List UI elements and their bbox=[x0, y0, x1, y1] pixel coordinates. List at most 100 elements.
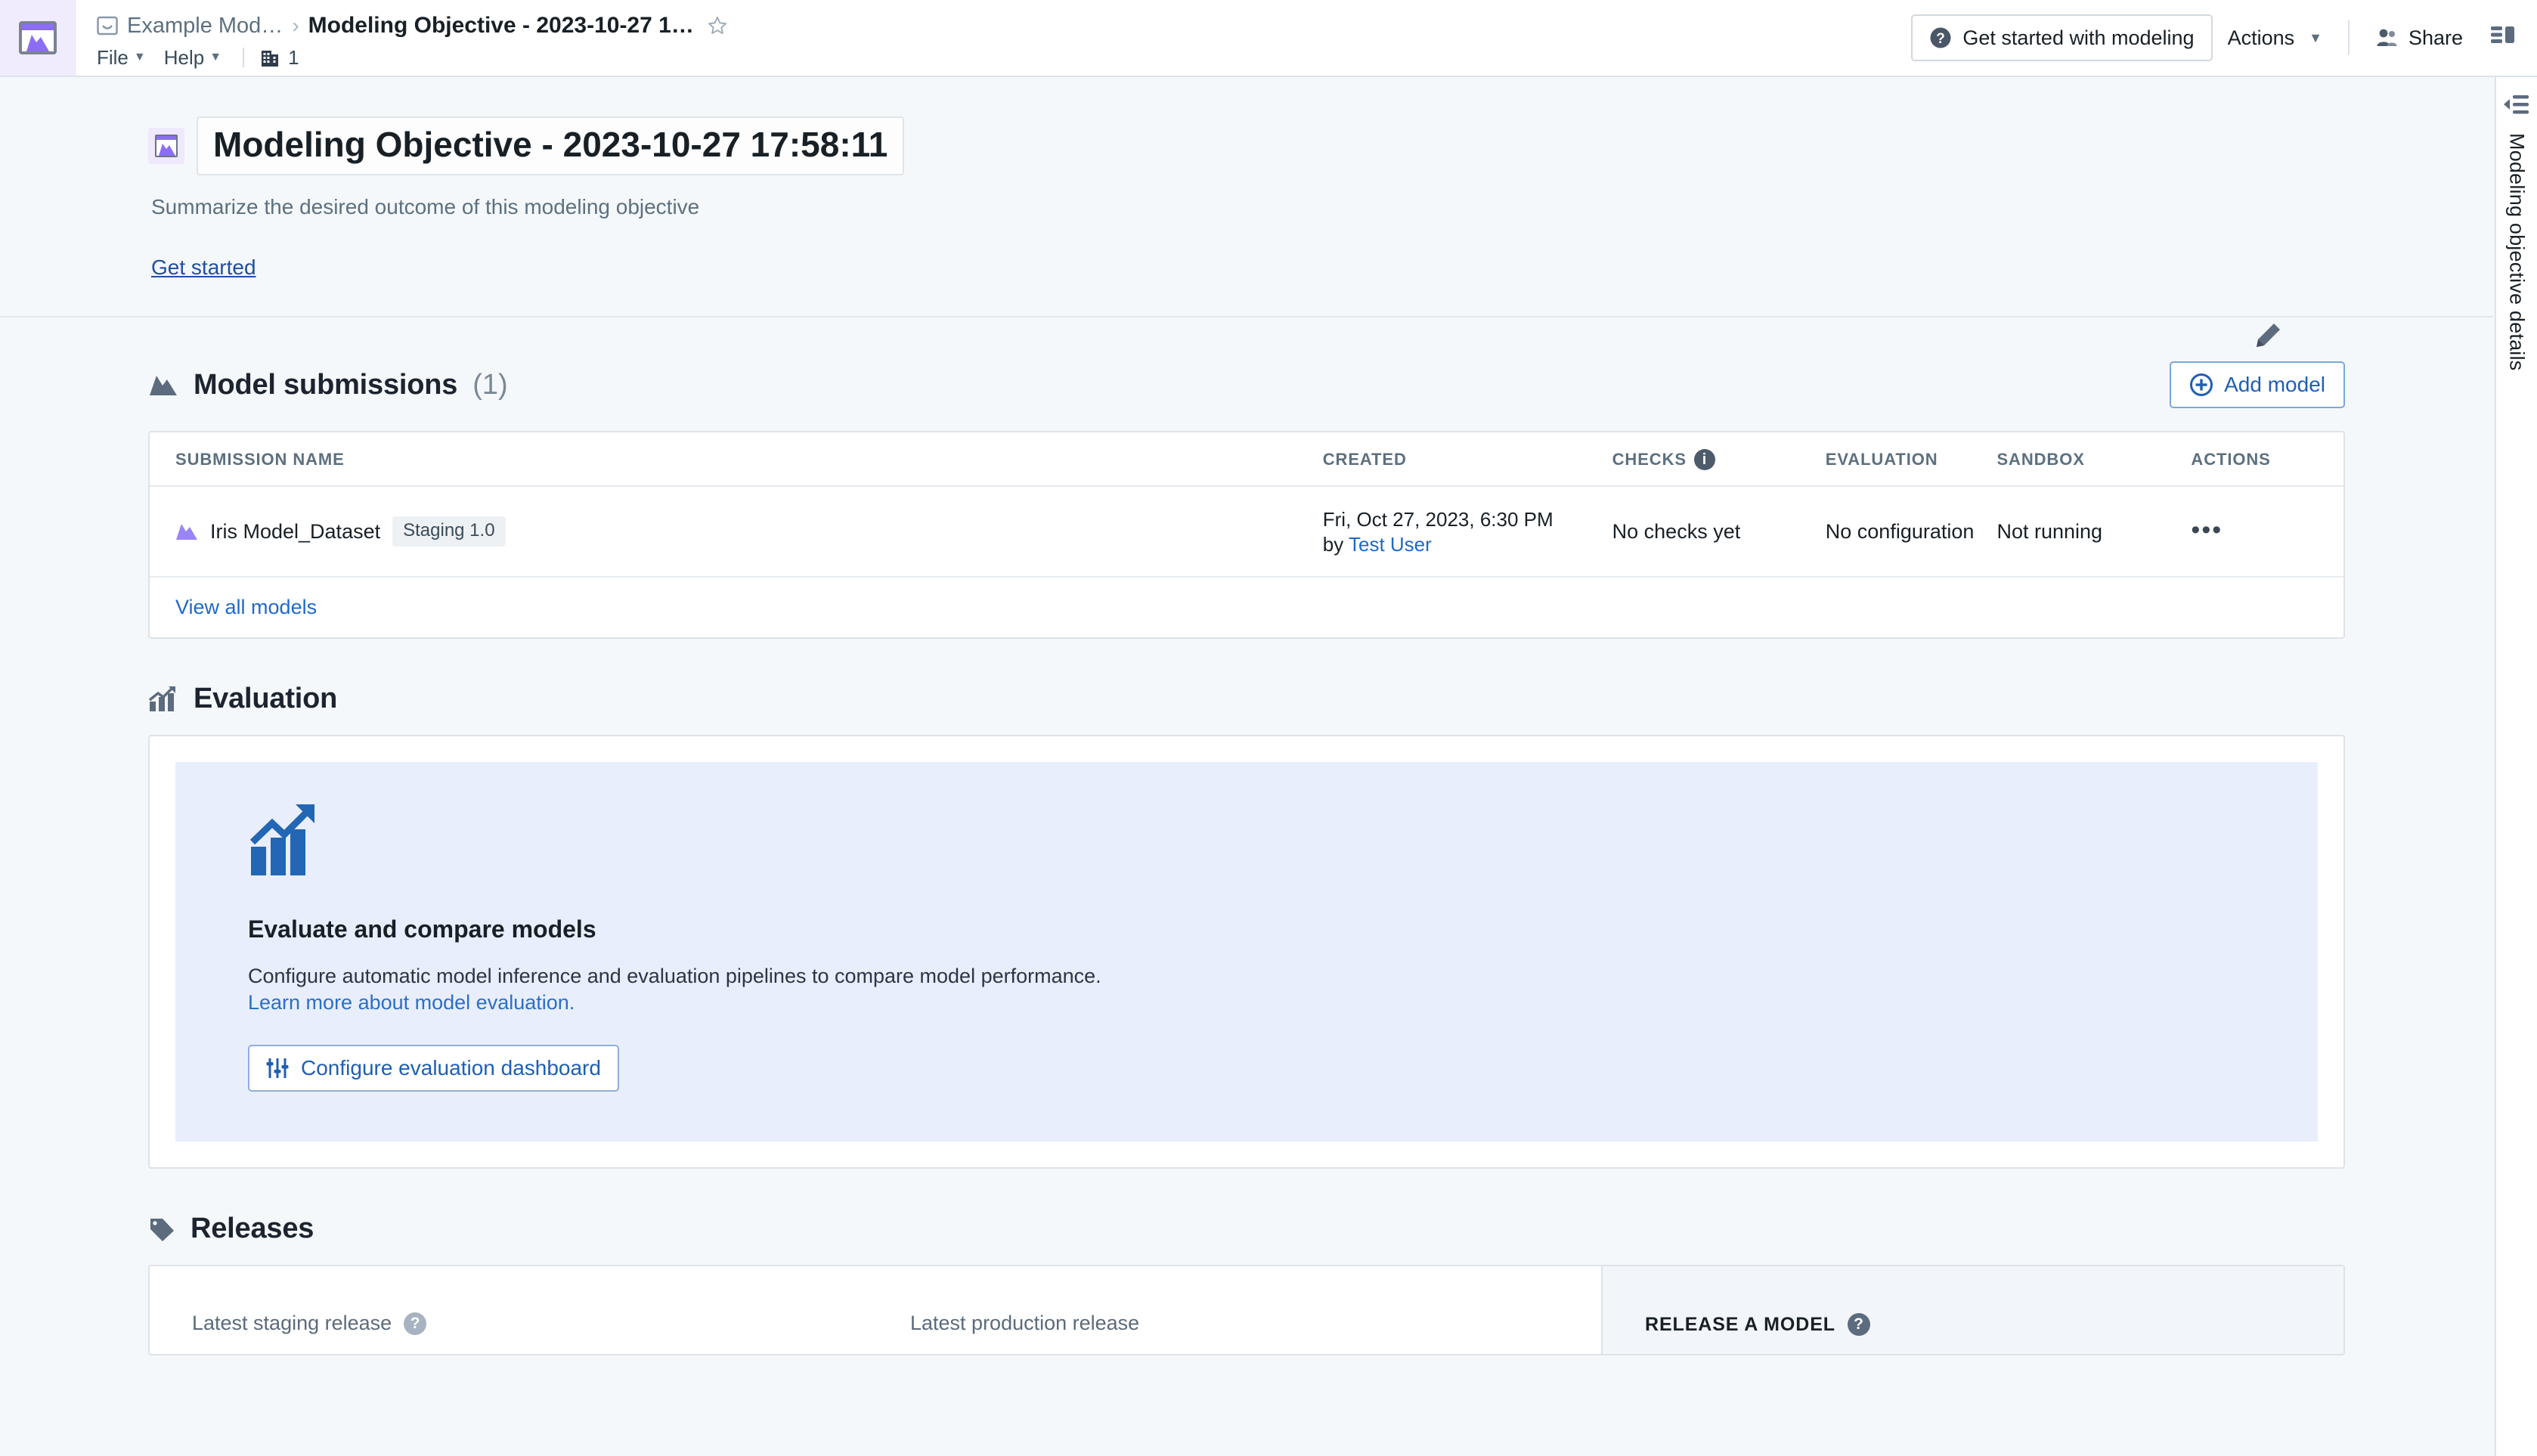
breadcrumb-separator: › bbox=[292, 14, 299, 37]
breadcrumb: Example Mod… › Modeling Objective - 2023… bbox=[76, 0, 1911, 76]
evaluation-section: Evaluation Evaluate and compare models C… bbox=[0, 639, 2493, 1169]
cell-checks: No checks yet bbox=[1612, 486, 1826, 578]
share-button[interactable]: Share bbox=[2360, 14, 2478, 61]
org-indicator[interactable]: 1 bbox=[259, 46, 299, 70]
workspace-app-icon bbox=[18, 21, 57, 54]
help-circle-icon: ? bbox=[1930, 27, 1951, 48]
production-release-column: Latest production release bbox=[883, 1266, 1601, 1354]
actions-menu-button[interactable]: Actions ▼ bbox=[2213, 14, 2337, 61]
configure-evaluation-dashboard-label: Configure evaluation dashboard bbox=[301, 1056, 601, 1080]
table-row[interactable]: Iris Model_Dataset Staging 1.0 Fri, Oct … bbox=[150, 486, 2343, 578]
plus-circle-icon bbox=[2190, 373, 2213, 396]
growth-chart-icon bbox=[249, 804, 314, 876]
chevron-down-icon: ▼ bbox=[2309, 30, 2322, 45]
get-started-with-modeling-label: Get started with modeling bbox=[1962, 26, 2195, 49]
collapse-panel-icon bbox=[2504, 95, 2529, 114]
tag-icon bbox=[150, 1218, 174, 1241]
document-icon bbox=[97, 16, 118, 36]
submissions-card: SUBMISSION NAME CREATED CHECKS i EVALUAT… bbox=[148, 431, 2345, 640]
add-model-button[interactable]: Add model bbox=[2170, 361, 2345, 408]
actions-menu-label: Actions bbox=[2227, 26, 2295, 49]
model-submissions-section: Model submissions (1) Add model SUBMISSI… bbox=[0, 318, 2493, 640]
objective-subtitle: Summarize the desired outcome of this mo… bbox=[151, 195, 700, 218]
menu-divider bbox=[243, 48, 245, 67]
panel-toggle-icon bbox=[2491, 26, 2514, 43]
evaluation-card: Evaluate and compare models Configure au… bbox=[148, 735, 2345, 1169]
releases-section: Releases Latest staging release ? Latest… bbox=[0, 1169, 2493, 1356]
column-created: CREATED bbox=[1322, 432, 1612, 487]
created-by-user-link[interactable]: Test User bbox=[1349, 533, 1432, 556]
created-date: Fri, Oct 27, 2023, 6:30 PM bbox=[1322, 508, 1553, 531]
configure-evaluation-dashboard-button[interactable]: Configure evaluation dashboard bbox=[248, 1045, 619, 1092]
rail-label: Modeling objective details bbox=[2505, 133, 2529, 371]
org-count: 1 bbox=[288, 45, 299, 69]
chevron-down-icon: ▼ bbox=[133, 51, 146, 64]
people-icon bbox=[2377, 29, 2397, 46]
menu-file-label: File bbox=[97, 45, 129, 69]
help-icon[interactable]: ? bbox=[404, 1312, 427, 1335]
cell-created: Fri, Oct 27, 2023, 6:30 PM by Test User bbox=[1322, 486, 1612, 578]
sliders-icon bbox=[266, 1058, 289, 1079]
top-bar-actions: ? Get started with modeling Actions ▼ Sh… bbox=[1911, 0, 2537, 76]
submissions-mountain-icon bbox=[150, 376, 177, 395]
favorite-star-icon[interactable] bbox=[708, 16, 727, 36]
column-checks-label: CHECKS bbox=[1612, 450, 1687, 469]
column-checks: CHECKS i bbox=[1612, 432, 1826, 487]
toolbar-divider bbox=[2347, 20, 2350, 55]
modeling-objective-details-rail[interactable]: Modeling objective details bbox=[2495, 77, 2537, 1456]
help-icon[interactable]: ? bbox=[1847, 1313, 1870, 1337]
created-by-prefix: by bbox=[1322, 533, 1344, 556]
add-model-label: Add model bbox=[2224, 373, 2325, 396]
latest-production-release-label: Latest production release bbox=[910, 1312, 1140, 1335]
get-started-with-modeling-button[interactable]: ? Get started with modeling bbox=[1911, 14, 2213, 61]
cell-evaluation: No configuration bbox=[1825, 486, 1997, 578]
share-label: Share bbox=[2408, 26, 2463, 49]
submissions-table: SUBMISSION NAME CREATED CHECKS i EVALUAT… bbox=[150, 432, 2343, 578]
evaluation-chart-icon bbox=[148, 686, 175, 711]
objective-title-input[interactable]: Modeling Objective - 2023-10-27 17:58:11 bbox=[197, 116, 905, 175]
status-badge: Staging 1.0 bbox=[392, 516, 506, 547]
objective-header: Modeling Objective - 2023-10-27 17:58:11… bbox=[0, 77, 2493, 347]
model-submissions-heading: Model submissions bbox=[194, 368, 458, 401]
column-sandbox: SANDBOX bbox=[1996, 432, 2192, 487]
staging-release-column: Latest staging release ? bbox=[150, 1266, 883, 1354]
evaluation-callout: Evaluate and compare models Configure au… bbox=[175, 762, 2318, 1142]
main-content: Modeling Objective - 2023-10-27 17:58:11… bbox=[0, 77, 2493, 1456]
objective-icon bbox=[148, 128, 184, 164]
table-header-row: SUBMISSION NAME CREATED CHECKS i EVALUAT… bbox=[150, 432, 2343, 487]
evaluation-card-title: Evaluate and compare models bbox=[248, 915, 596, 943]
svg-text:?: ? bbox=[1937, 31, 1946, 47]
building-icon bbox=[262, 51, 279, 67]
view-all-models-link[interactable]: View all models bbox=[175, 596, 317, 618]
releases-left-panel: Latest staging release ? Latest producti… bbox=[150, 1266, 1601, 1355]
column-submission-name: SUBMISSION NAME bbox=[150, 432, 1323, 487]
column-actions: ACTIONS bbox=[2191, 432, 2343, 487]
app-logo[interactable] bbox=[0, 0, 76, 76]
submission-name-link[interactable]: Iris Model_Dataset bbox=[210, 520, 380, 544]
info-icon[interactable]: i bbox=[1693, 449, 1715, 470]
mountain-glyph bbox=[26, 35, 49, 51]
learn-more-link[interactable]: Learn more about model evaluation. bbox=[248, 991, 575, 1014]
menu-help[interactable]: Help ▼ bbox=[164, 46, 221, 70]
breadcrumb-parent-link[interactable]: Example Mod… bbox=[127, 14, 283, 39]
cell-submission-name: Iris Model_Dataset Staging 1.0 bbox=[150, 486, 1323, 578]
model-mountain-icon bbox=[176, 524, 197, 541]
menu-file[interactable]: File ▼ bbox=[97, 46, 146, 70]
chevron-down-icon: ▼ bbox=[209, 51, 222, 64]
get-started-link[interactable]: Get started bbox=[151, 256, 256, 280]
column-evaluation: EVALUATION bbox=[1825, 432, 1997, 487]
cell-actions: ••• bbox=[2191, 486, 2343, 578]
cell-sandbox: Not running bbox=[1996, 486, 2192, 578]
toggle-right-panel-button[interactable] bbox=[2478, 24, 2523, 52]
mountain-glyph bbox=[159, 144, 175, 156]
evaluation-card-description: Configure automatic model inference and … bbox=[248, 965, 1101, 988]
row-actions-menu-button[interactable]: ••• bbox=[2191, 516, 2223, 544]
model-submissions-count: (1) bbox=[472, 368, 508, 401]
releases-heading: Releases bbox=[191, 1213, 314, 1245]
releases-card: Latest staging release ? Latest producti… bbox=[148, 1265, 2345, 1356]
edit-pencil-icon[interactable] bbox=[2251, 319, 2285, 352]
submissions-table-footer: View all models bbox=[150, 578, 2343, 637]
latest-staging-release-label: Latest staging release bbox=[192, 1312, 392, 1335]
release-a-model-panel: RELEASE A MODEL ? bbox=[1601, 1266, 2343, 1355]
release-a-model-label: RELEASE A MODEL bbox=[1645, 1313, 1835, 1335]
